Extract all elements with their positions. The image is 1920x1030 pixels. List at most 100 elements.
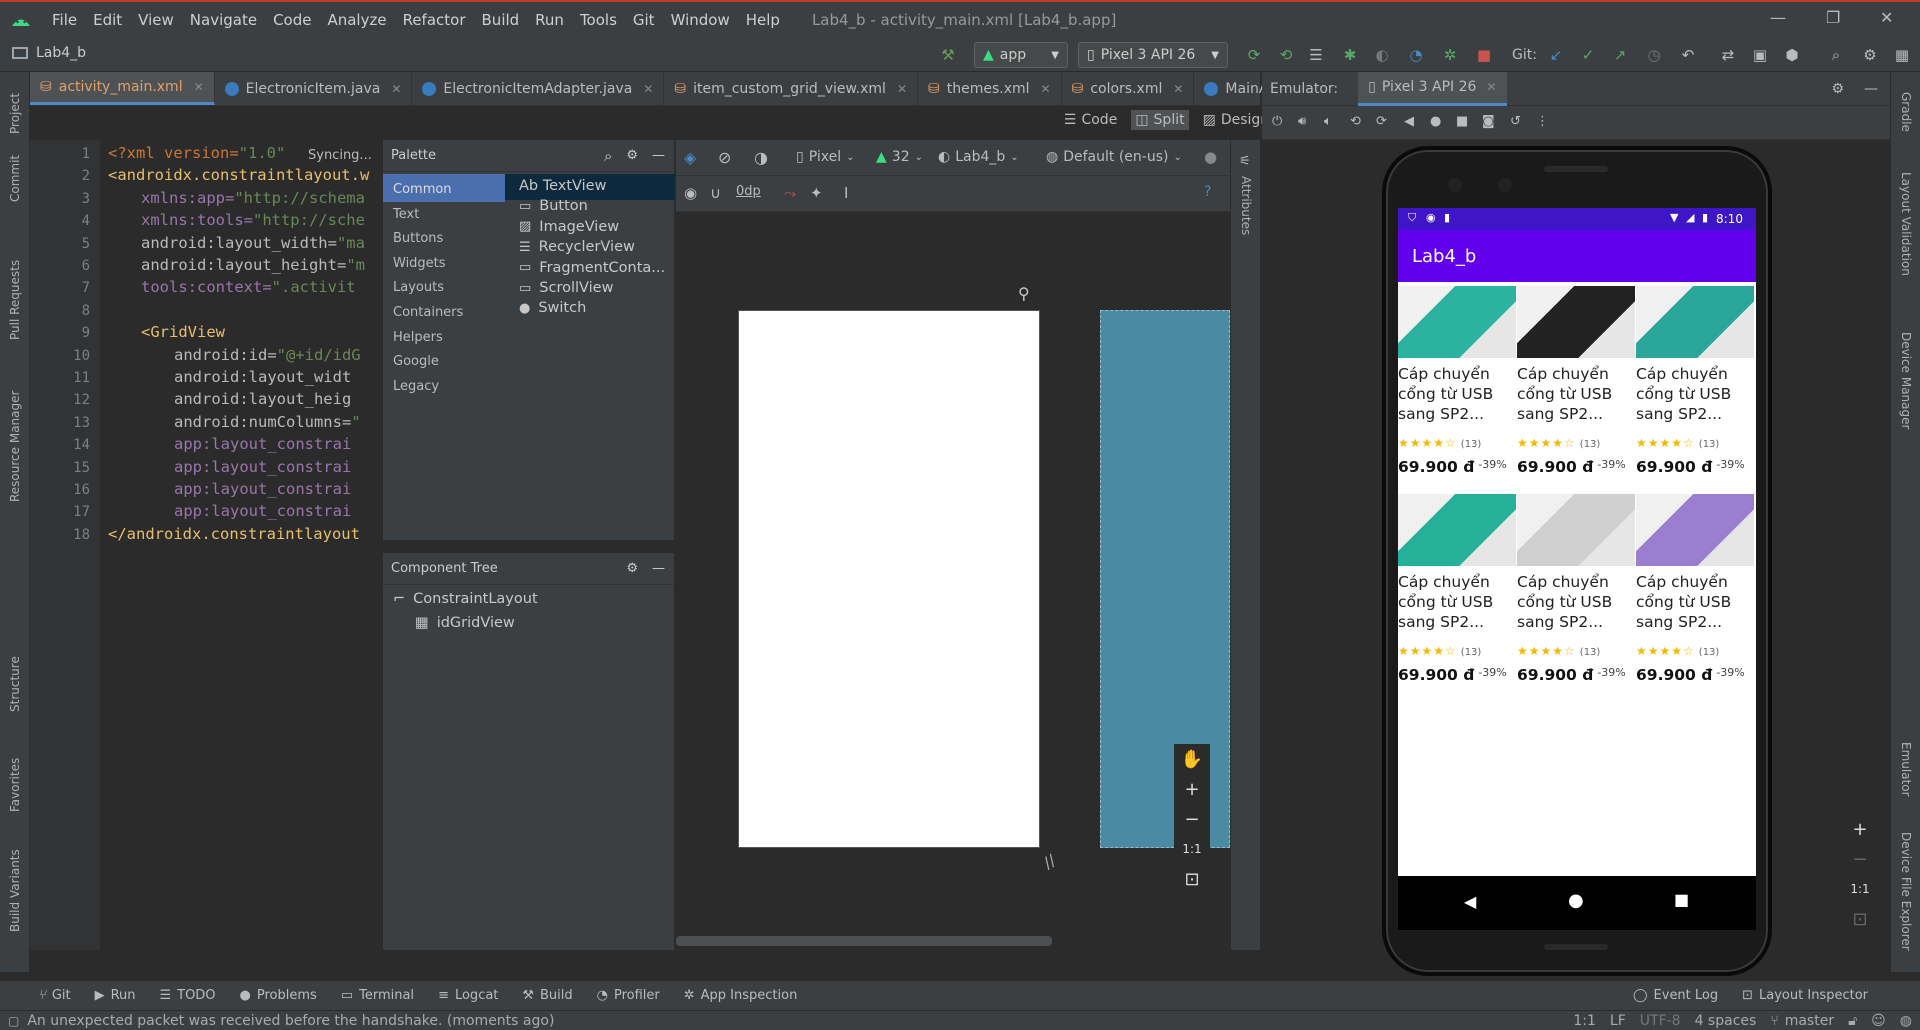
stop-icon[interactable]: ■	[1474, 45, 1494, 65]
search-icon[interactable]: ⌕	[1826, 45, 1846, 65]
tab-activity-main[interactable]: ⛁ activity_main.xml ✕	[30, 72, 215, 105]
palette-category-google[interactable]: Google	[393, 354, 439, 369]
back-icon[interactable]: ◀	[1404, 114, 1414, 129]
commit-tool-tab[interactable]: Commit	[8, 155, 22, 202]
problems-tool-tab[interactable]: ● Problems	[228, 988, 329, 1003]
snapshot-icon[interactable]: ↺	[1510, 114, 1521, 129]
project-breadcrumb[interactable]: Lab4_b	[12, 45, 86, 61]
tab-electronic-item[interactable]: ElectronicItem.java ✕	[215, 72, 413, 105]
build-variants-tool-tab[interactable]: Build Variants	[8, 849, 22, 932]
git-tool-tab[interactable]: ⑂ Git	[26, 988, 83, 1003]
build-tool-tab[interactable]: ⚒ Build	[510, 988, 584, 1003]
run-config-select[interactable]: ▲ app ▼	[974, 42, 1068, 68]
zoom-in-icon[interactable]: +	[1174, 774, 1210, 804]
memory-indicator-icon[interactable]: ◍	[1900, 1013, 1912, 1029]
menu-view[interactable]: View	[130, 11, 182, 29]
profiler-tool-tab[interactable]: ◔ Profiler	[585, 988, 672, 1003]
minimize-panel-icon[interactable]: —	[1864, 81, 1878, 97]
terminal-tool-tab[interactable]: ▭ Terminal	[329, 988, 426, 1003]
status-message[interactable]: An unexpected packet was received before…	[27, 1013, 554, 1029]
line-separator[interactable]: LF	[1610, 1013, 1626, 1029]
palette-item[interactable]: ▭ Button	[519, 198, 588, 214]
guidelines-icon[interactable]: Ⅰ	[844, 184, 848, 202]
git-update-icon[interactable]: ↙	[1546, 45, 1566, 65]
nav-back-icon[interactable]: ◀	[1464, 892, 1476, 911]
magnet-icon[interactable]: ∪	[710, 184, 721, 202]
menu-git[interactable]: Git	[625, 11, 663, 29]
orientation-icon[interactable]: ⊘	[718, 148, 731, 167]
resource-manager-tool-tab[interactable]: Resource Manager	[8, 391, 22, 502]
search-icon[interactable]: ⌕	[604, 147, 612, 165]
menu-help[interactable]: Help	[738, 11, 788, 29]
event-log-tool-tab[interactable]: ◯ Event Log	[1621, 988, 1730, 1003]
zoom-out-icon[interactable]: −	[1842, 844, 1878, 874]
zoom-fit-icon[interactable]: ⊡	[1174, 864, 1210, 894]
design-surface[interactable]	[738, 310, 1040, 848]
gradle-tool-tab[interactable]: Gradle	[1899, 92, 1913, 132]
code-mode-button[interactable]: ☰ Code	[1060, 110, 1121, 130]
layout-inspector-tool-tab[interactable]: ⊡ Layout Inspector	[1730, 988, 1880, 1003]
split-mode-button[interactable]: ◫ Split	[1131, 110, 1189, 130]
palette-category-common[interactable]: Common	[393, 182, 452, 197]
menu-run[interactable]: Run	[527, 11, 572, 29]
menu-refactor[interactable]: Refactor	[395, 11, 474, 29]
git-rollback-icon[interactable]: ↶	[1678, 45, 1698, 65]
device-manager-tool-tab[interactable]: Device Manager	[1899, 332, 1913, 429]
close-tab-icon[interactable]: ✕	[643, 82, 653, 96]
menu-file[interactable]: File	[44, 11, 85, 29]
infer-constraints-icon[interactable]: ✦	[810, 184, 823, 202]
code-editor[interactable]: <?xml version="1.0" <androidx.constraintl…	[100, 140, 380, 950]
device-file-explorer-tool-tab[interactable]: Device File Explorer	[1899, 832, 1913, 951]
horizontal-scrollbar[interactable]	[676, 936, 1052, 946]
close-tab-icon[interactable]: ✕	[1486, 80, 1496, 94]
product-card[interactable]: Cáp chuyển cổng từ USB sang SP2... ★★★★☆(…	[1398, 286, 1516, 492]
zoom-fit-icon[interactable]: ⊡	[1842, 904, 1878, 934]
layers-icon[interactable]: ◈	[684, 148, 696, 167]
app-inspection-tool-tab[interactable]: ✲ App Inspection	[672, 988, 810, 1003]
gear-icon[interactable]: ⚙	[626, 148, 638, 163]
default-margin-select[interactable]: 0dp	[736, 184, 761, 199]
design-canvas[interactable]: ⚲ // ✋ + − 1:1 ⊡	[676, 212, 1230, 950]
git-commit-icon[interactable]: ✓	[1578, 45, 1598, 65]
design-device-select[interactable]: ▯ Pixel ⌄	[796, 149, 855, 165]
menu-code[interactable]: Code	[265, 11, 319, 29]
palette-category-helpers[interactable]: Helpers	[393, 330, 443, 345]
volume-up-icon[interactable]: 🔊︎	[1298, 114, 1306, 129]
project-tool-tab[interactable]: Project	[8, 93, 22, 134]
blueprint-surface[interactable]	[1100, 310, 1230, 848]
locale-select[interactable]: ◍ Default (en-us) ⌄	[1046, 149, 1182, 165]
plugins-icon[interactable]: ▦	[1892, 45, 1912, 65]
tab-electronic-item-adapter[interactable]: ElectronicItemAdapter.java ✕	[412, 72, 665, 105]
nav-home-icon[interactable]: ●	[1568, 890, 1584, 911]
close-tab-icon[interactable]: ✕	[391, 82, 401, 96]
menu-tools[interactable]: Tools	[572, 11, 625, 29]
camera-icon[interactable]: ◙	[1482, 114, 1495, 129]
gear-icon[interactable]: ⚙	[1860, 45, 1880, 65]
resize-handle-icon[interactable]: //	[1040, 851, 1059, 873]
zoom-out-icon[interactable]: −	[1174, 804, 1210, 834]
overview-icon[interactable]: ■	[1456, 114, 1468, 129]
file-encoding[interactable]: UTF-8	[1640, 1013, 1681, 1029]
warning-icon[interactable]: ●	[1204, 148, 1217, 166]
theme-select[interactable]: ◐ Lab4_b ⌄	[938, 149, 1019, 165]
product-card[interactable]: Cáp chuyển cổng từ USB sang SP2... ★★★★☆(…	[1517, 286, 1635, 492]
pull-requests-tool-tab[interactable]: Pull Requests	[8, 260, 22, 340]
palette-category-widgets[interactable]: Widgets	[393, 256, 446, 271]
palette-category-buttons[interactable]: Buttons	[393, 231, 443, 246]
profile-icon[interactable]: ◔	[1406, 45, 1426, 65]
menu-build[interactable]: Build	[474, 11, 528, 29]
product-card[interactable]: Cáp chuyển cổng từ USB sang SP2... ★★★★☆(…	[1636, 286, 1754, 492]
git-history-icon[interactable]: ◷	[1644, 45, 1664, 65]
tree-node-gridview[interactable]: ▦ idGridView	[415, 615, 515, 631]
clear-constraints-icon[interactable]: ⤳	[784, 184, 796, 202]
close-tab-icon[interactable]: ✕	[1173, 82, 1183, 96]
make-project-icon[interactable]: ⚒	[938, 45, 958, 65]
help-icon[interactable]: ?	[1204, 184, 1211, 200]
product-card[interactable]: Cáp chuyển cổng từ USB sang SP2... ★★★★☆(…	[1398, 494, 1516, 700]
zoom-in-icon[interactable]: +	[1842, 814, 1878, 844]
layout-validation-tool-tab[interactable]: Layout Validation	[1899, 172, 1913, 276]
favorites-tool-tab[interactable]: Favorites	[8, 758, 22, 812]
minimize-panel-icon[interactable]: —	[652, 148, 665, 163]
close-tab-icon[interactable]: ✕	[897, 82, 907, 96]
menu-analyze[interactable]: Analyze	[319, 11, 394, 29]
